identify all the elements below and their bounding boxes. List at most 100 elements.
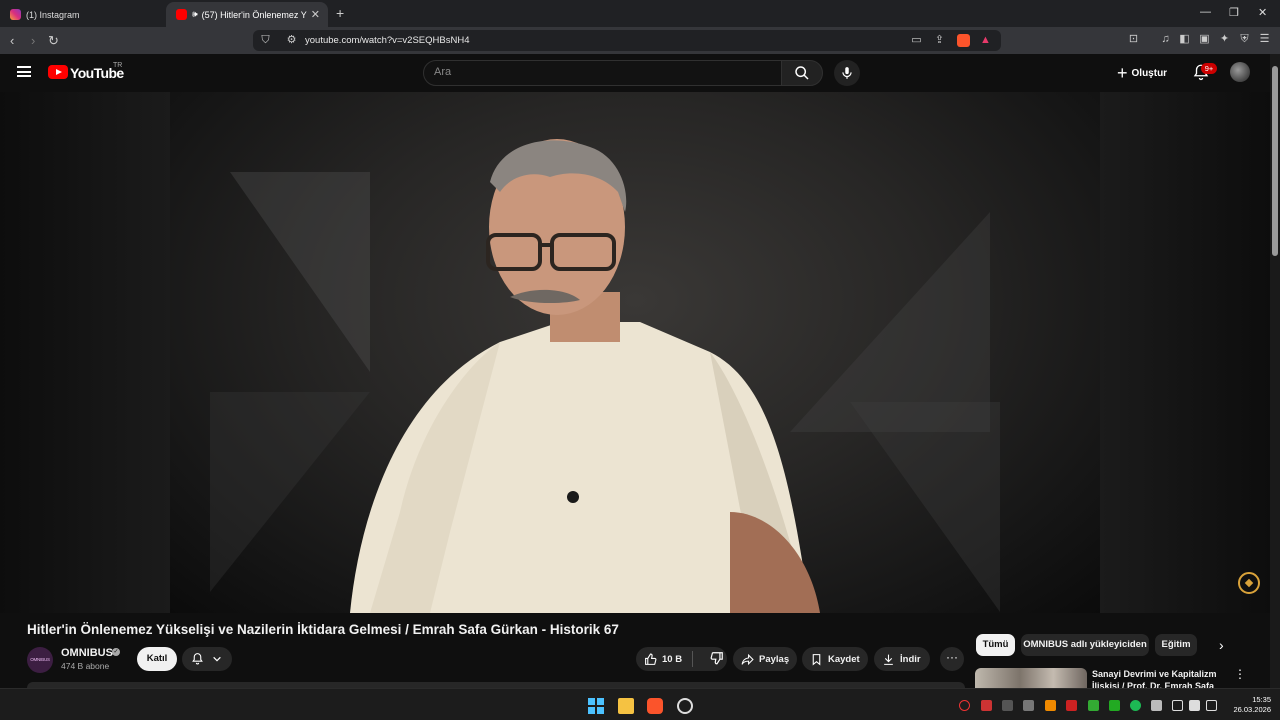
share-page-icon[interactable]: ⇪ <box>933 34 946 47</box>
tab-title: (1) Instagram <box>26 9 80 20</box>
save-label: Kaydet <box>828 653 860 665</box>
create-button[interactable]: + Oluştur <box>1117 60 1167 86</box>
clock-date: 26.03.2026 <box>1233 705 1271 714</box>
video-title: Hitler'in Önlenemez Yükselişi ve Naziler… <box>27 622 619 637</box>
tray-app-icon[interactable] <box>1109 700 1120 711</box>
browser-tab-bar: (1) Instagram 🕪 (57) Hitler'in Önlenemez… <box>0 0 1280 27</box>
more-actions-icon[interactable]: ··· <box>940 647 964 671</box>
notification-settings-button[interactable] <box>182 647 232 671</box>
recommended-title[interactable]: Sanayi Devrimi ve Kapitalizm İlişkisi / … <box>1092 668 1220 688</box>
voice-search-button[interactable] <box>834 60 860 86</box>
share-button[interactable]: Paylaş <box>733 647 797 671</box>
youtube-logo-icon[interactable] <box>48 65 68 79</box>
address-bar[interactable]: ⛉ ⚙ youtube.com/watch?v=v2SEQHBsNH4 ▭ ⇪ … <box>253 30 1001 51</box>
reload-icon[interactable]: ↻ <box>48 33 59 49</box>
chip-all[interactable]: Tümü <box>976 634 1015 656</box>
recommended-menu-icon[interactable]: ⋮ <box>1234 667 1246 681</box>
battery-icon[interactable] <box>1206 700 1217 711</box>
chatgpt-icon[interactable] <box>677 698 693 714</box>
menu-icon[interactable]: ☰ <box>1258 33 1271 46</box>
tab-youtube-video[interactable]: 🕪 (57) Hitler'in Önlenemez Yükselişi ✕ <box>166 2 328 27</box>
share-icon <box>741 653 754 665</box>
sidebar-icon[interactable]: ◧ <box>1178 33 1191 46</box>
tray-app-icon[interactable] <box>981 700 992 711</box>
page-scrollbar[interactable] <box>1270 54 1280 688</box>
minimize-icon[interactable]: — <box>1200 6 1211 18</box>
site-info-icon[interactable]: ⚙ <box>285 34 298 47</box>
dislike-icon[interactable] <box>710 651 724 665</box>
chevron-down-icon <box>213 656 221 662</box>
video-player[interactable] <box>0 92 1270 613</box>
tray-app-icon[interactable] <box>1023 700 1034 711</box>
search-button[interactable] <box>781 60 823 86</box>
video-letterbox-right <box>1100 92 1270 613</box>
hamburger-menu-icon[interactable] <box>17 66 31 77</box>
player-overlay-icon[interactable] <box>1238 572 1260 594</box>
like-count[interactable]: 10 B <box>662 654 682 665</box>
url-text[interactable]: youtube.com/watch?v=v2SEQHBsNH4 <box>305 35 469 46</box>
chip-education[interactable]: Eğitim <box>1155 634 1197 656</box>
browser-toolbar: ‹ › ↻ ⛉ ⚙ youtube.com/watch?v=v2SEQHBsNH… <box>0 27 1280 54</box>
windows-taskbar: 15:35 26.03.2026 <box>0 688 1280 720</box>
download-label: İndir <box>900 653 921 665</box>
file-explorer-icon[interactable] <box>618 698 634 714</box>
forward-icon[interactable]: › <box>31 33 35 48</box>
media-icon[interactable]: ♫ <box>1159 33 1172 46</box>
back-icon[interactable]: ‹ <box>10 33 14 48</box>
speaker-icon[interactable]: 🕪 <box>192 9 198 20</box>
cast-icon[interactable]: ▭ <box>910 34 923 47</box>
bookmark-icon[interactable]: ⛉ <box>259 34 272 47</box>
tray-app-icon[interactable] <box>1130 700 1141 711</box>
vpn-shield-icon[interactable]: ⛨ <box>1238 33 1251 46</box>
microphone-icon <box>842 67 852 79</box>
brave-rewards-icon[interactable]: ▲ <box>979 34 992 47</box>
like-icon[interactable] <box>644 653 657 666</box>
bell-icon <box>192 653 203 665</box>
like-dislike-group: 10 B <box>636 647 727 671</box>
microphone-tray-icon[interactable] <box>1151 700 1162 711</box>
tray-app-icon[interactable] <box>1066 700 1077 711</box>
tray-app-icon[interactable] <box>1002 700 1013 711</box>
plus-icon: + <box>1117 62 1128 83</box>
close-window-icon[interactable]: ✕ <box>1258 6 1267 19</box>
join-button[interactable]: Katıl <box>137 647 177 671</box>
network-icon[interactable] <box>1172 700 1183 711</box>
channel-avatar[interactable]: OMNIBUS <box>27 647 53 673</box>
scrollbar-thumb[interactable] <box>1272 66 1278 256</box>
wallet-icon[interactable]: ▣ <box>1198 33 1211 46</box>
restore-icon[interactable]: ❐ <box>1229 6 1239 19</box>
create-label: Oluştur <box>1131 67 1168 79</box>
search-box[interactable] <box>423 60 782 86</box>
youtube-icon <box>176 9 187 20</box>
divider <box>692 651 693 667</box>
video-frame[interactable] <box>170 92 1100 613</box>
new-tab-icon[interactable]: + <box>336 5 344 21</box>
share-label: Paylaş <box>759 653 790 665</box>
youtube-header: YouTube TR + Oluştur <box>0 54 1270 92</box>
windows-start-icon[interactable] <box>588 698 604 714</box>
leo-ai-icon[interactable]: ✦ <box>1218 33 1231 46</box>
download-icon <box>884 654 893 665</box>
brave-browser-icon[interactable] <box>647 698 663 714</box>
close-tab-icon[interactable]: ✕ <box>311 8 320 21</box>
search-input[interactable] <box>434 66 764 78</box>
notification-badge: 9+ <box>1201 63 1217 74</box>
country-code: TR <box>113 62 123 69</box>
tray-app-icon[interactable] <box>959 700 970 711</box>
save-button[interactable]: Kaydet <box>802 647 868 671</box>
tray-app-icon[interactable] <box>1045 700 1056 711</box>
bookmark-icon <box>812 653 821 666</box>
tab-instagram[interactable]: (1) Instagram <box>0 2 165 27</box>
account-avatar[interactable] <box>1230 62 1250 82</box>
volume-icon[interactable] <box>1189 700 1200 711</box>
instagram-icon <box>10 9 21 20</box>
download-button[interactable]: İndir <box>874 647 930 671</box>
channel-name[interactable]: OMNIBUS <box>61 647 113 659</box>
screenshot-icon[interactable]: ⊡ <box>1127 33 1140 46</box>
recommended-thumbnail[interactable] <box>975 668 1087 688</box>
brave-shields-icon[interactable] <box>957 34 970 47</box>
system-clock[interactable]: 15:35 26.03.2026 <box>1229 695 1271 715</box>
chevron-right-icon[interactable]: › <box>1219 637 1224 653</box>
chip-from-uploader[interactable]: OMNIBUS adlı yükleyiciden <box>1021 634 1149 656</box>
tray-app-icon[interactable] <box>1088 700 1099 711</box>
